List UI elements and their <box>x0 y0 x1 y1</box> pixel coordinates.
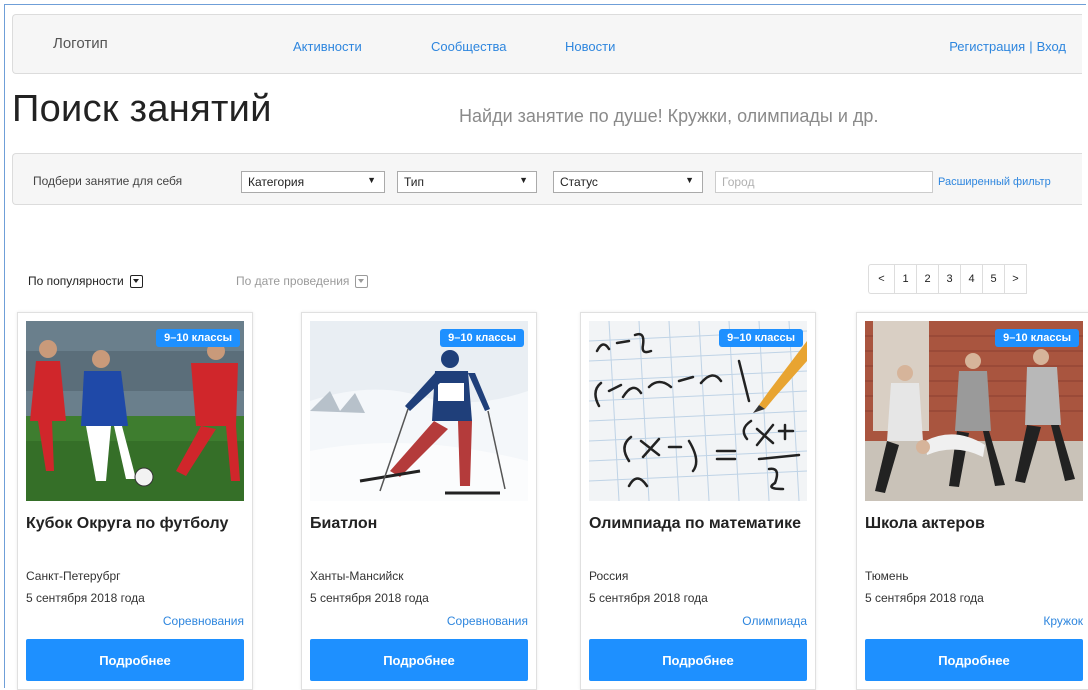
advanced-filter-link[interactable]: Расширенный фильтр <box>938 176 1051 188</box>
card-date: 5 сентября 2018 года <box>865 591 984 605</box>
top-navbar: Логотип Активности Сообщества Новости Ре… <box>12 14 1082 74</box>
details-button[interactable]: Подробнее <box>26 639 244 681</box>
grade-badge: 9–10 классы <box>156 329 240 347</box>
card-date: 5 сентября 2018 года <box>26 591 145 605</box>
type-select-value: Тип <box>404 175 425 189</box>
nav-link-activities[interactable]: Активности <box>293 39 362 54</box>
sort-by-popularity[interactable]: По популярности <box>28 274 143 288</box>
card-category-link[interactable]: Кружок <box>1043 614 1083 628</box>
dropdown-caret-icon <box>129 274 143 288</box>
activity-card[interactable]: 9–10 классы Школа актеров Тюмень 5 сентя… <box>856 312 1088 690</box>
category-select[interactable]: Категория ▼ <box>241 171 385 193</box>
pagination-page-4[interactable]: 4 <box>961 265 983 293</box>
status-select-value: Статус <box>560 175 598 189</box>
card-city: Ханты-Мансийск <box>310 569 404 583</box>
sort-by-date[interactable]: По дате проведения <box>236 274 369 288</box>
biathlon-photo[interactable]: 9–10 классы <box>310 321 528 501</box>
page-title: Поиск занятий <box>12 88 272 130</box>
status-select[interactable]: Статус ▼ <box>553 171 703 193</box>
biathlon-image <box>310 321 528 501</box>
math-image <box>589 321 807 501</box>
acting-photo[interactable]: 9–10 классы <box>865 321 1083 501</box>
pagination-next[interactable]: > <box>1005 265 1027 293</box>
card-title[interactable]: Кубок Округа по футболу <box>26 513 244 535</box>
activity-card[interactable]: 9–10 классы Кубок Округа по футболу Санк… <box>17 312 253 690</box>
pagination-page-2[interactable]: 2 <box>917 265 939 293</box>
football-photo[interactable]: 9–10 классы <box>26 321 244 501</box>
pagination: < 1 2 3 4 5 > <box>868 264 1027 294</box>
card-title[interactable]: Школа актеров <box>865 513 1083 535</box>
card-date: 5 сентября 2018 года <box>589 591 708 605</box>
pagination-page-3[interactable]: 3 <box>939 265 961 293</box>
filter-label: Подбери занятие для себя <box>33 174 183 188</box>
register-link[interactable]: Регистрация <box>949 39 1025 54</box>
auth-separator: | <box>1029 39 1033 54</box>
details-button[interactable]: Подробнее <box>589 639 807 681</box>
card-city: Санкт-Петерубрг <box>26 569 121 583</box>
site-logo[interactable]: Логотип <box>53 35 108 52</box>
card-title[interactable]: Олимпиада по математике <box>589 513 807 535</box>
grade-badge: 9–10 классы <box>440 329 524 347</box>
grade-badge: 9–10 классы <box>995 329 1079 347</box>
details-button[interactable]: Подробнее <box>865 639 1083 681</box>
pagination-page-1[interactable]: 1 <box>895 265 917 293</box>
card-city: Тюмень <box>865 569 909 583</box>
details-button[interactable]: Подробнее <box>310 639 528 681</box>
chevron-down-icon: ▼ <box>367 175 376 185</box>
pagination-prev[interactable]: < <box>869 265 895 293</box>
type-select[interactable]: Тип ▼ <box>397 171 537 193</box>
filter-bar: Подбери занятие для себя Категория ▼ Тип… <box>12 153 1082 205</box>
card-category-link[interactable]: Соревнования <box>447 614 528 628</box>
activity-card[interactable]: 9–10 классы Биатлон Ханты-Мансийск 5 сен… <box>301 312 537 690</box>
card-date: 5 сентября 2018 года <box>310 591 429 605</box>
pagination-page-5[interactable]: 5 <box>983 265 1005 293</box>
football-image <box>26 321 244 501</box>
chevron-down-icon: ▼ <box>685 175 694 185</box>
sort-by-date-label: По дате проведения <box>236 274 350 288</box>
dropdown-caret-icon <box>355 274 369 288</box>
card-category-link[interactable]: Соревнования <box>163 614 244 628</box>
card-category-link[interactable]: Олимпиада <box>742 614 807 628</box>
auth-links: Регистрация | Вход <box>949 39 1066 54</box>
page-subtitle: Найди занятие по душе! Кружки, олимпиады… <box>459 106 879 126</box>
login-link[interactable]: Вход <box>1037 39 1066 54</box>
city-input[interactable] <box>715 171 933 193</box>
chevron-down-icon: ▼ <box>519 175 528 185</box>
card-title[interactable]: Биатлон <box>310 513 528 535</box>
acting-image <box>865 321 1083 501</box>
activity-card[interactable]: 9–10 классы Олимпиада по математике Росс… <box>580 312 816 690</box>
grade-badge: 9–10 классы <box>719 329 803 347</box>
nav-link-communities[interactable]: Сообщества <box>431 39 507 54</box>
math-photo[interactable]: 9–10 классы <box>589 321 807 501</box>
sort-by-popularity-label: По популярности <box>28 274 124 288</box>
card-city: Россия <box>589 569 629 583</box>
category-select-value: Категория <box>248 175 305 189</box>
nav-link-news[interactable]: Новости <box>565 39 615 54</box>
